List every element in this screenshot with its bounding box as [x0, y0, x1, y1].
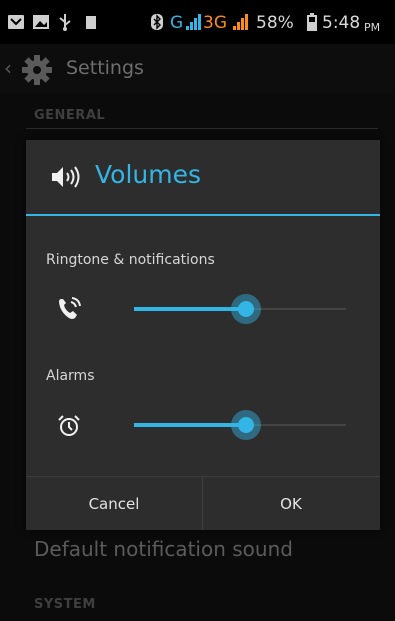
sd-card-icon	[84, 13, 98, 35]
battery-icon	[306, 13, 318, 35]
ringtone-slider-fill	[134, 307, 246, 311]
general-divider	[26, 128, 378, 129]
ringtone-slider-thumb[interactable]	[231, 294, 261, 324]
action-bar-title: Settings	[66, 57, 144, 79]
back-chevron-icon[interactable]: ‹	[4, 56, 12, 80]
status-bar: G 3G 58% 5:48 PM	[0, 0, 395, 44]
ok-button[interactable]: OK	[203, 477, 379, 530]
alarm-slider-fill	[134, 423, 246, 427]
action-bar[interactable]: ‹ Settings	[0, 44, 395, 94]
ringtone-icon	[56, 296, 82, 326]
notification-icon	[7, 13, 25, 35]
screen: G 3G 58% 5:48 PM ‹ Settings GENERAL Defa…	[0, 0, 395, 621]
clock-time: 5:48	[322, 13, 361, 33]
usb-icon	[58, 13, 72, 35]
speaker-icon	[50, 164, 84, 194]
gear-icon	[20, 53, 54, 91]
alarm-clock-icon	[56, 413, 82, 443]
network-3g-label: 3G	[203, 13, 227, 33]
ringtone-volume-slider[interactable]	[134, 294, 346, 324]
alarm-slider-thumb[interactable]	[231, 410, 261, 440]
image-icon	[32, 13, 50, 35]
signal-3g-icon	[232, 13, 248, 35]
dialog-title-divider	[26, 214, 380, 216]
system-header: SYSTEM	[34, 597, 96, 612]
bluetooth-icon	[150, 13, 164, 35]
dialog-title-row: Volumes	[26, 140, 380, 214]
network-g-label: G	[170, 13, 184, 33]
cancel-button[interactable]: Cancel	[26, 477, 202, 530]
signal-icon	[185, 13, 201, 35]
default-notification-sound-item[interactable]: Default notification sound	[34, 537, 293, 561]
general-header: GENERAL	[34, 108, 106, 123]
ringtone-label: Ringtone & notifications	[46, 252, 215, 268]
volumes-dialog: Volumes Ringtone & notifications Alarms	[26, 140, 380, 530]
battery-percent: 58%	[256, 13, 294, 33]
alarm-volume-slider[interactable]	[134, 410, 346, 440]
dialog-title: Volumes	[95, 160, 202, 189]
clock-ampm: PM	[364, 21, 381, 34]
alarms-label: Alarms	[46, 368, 95, 384]
